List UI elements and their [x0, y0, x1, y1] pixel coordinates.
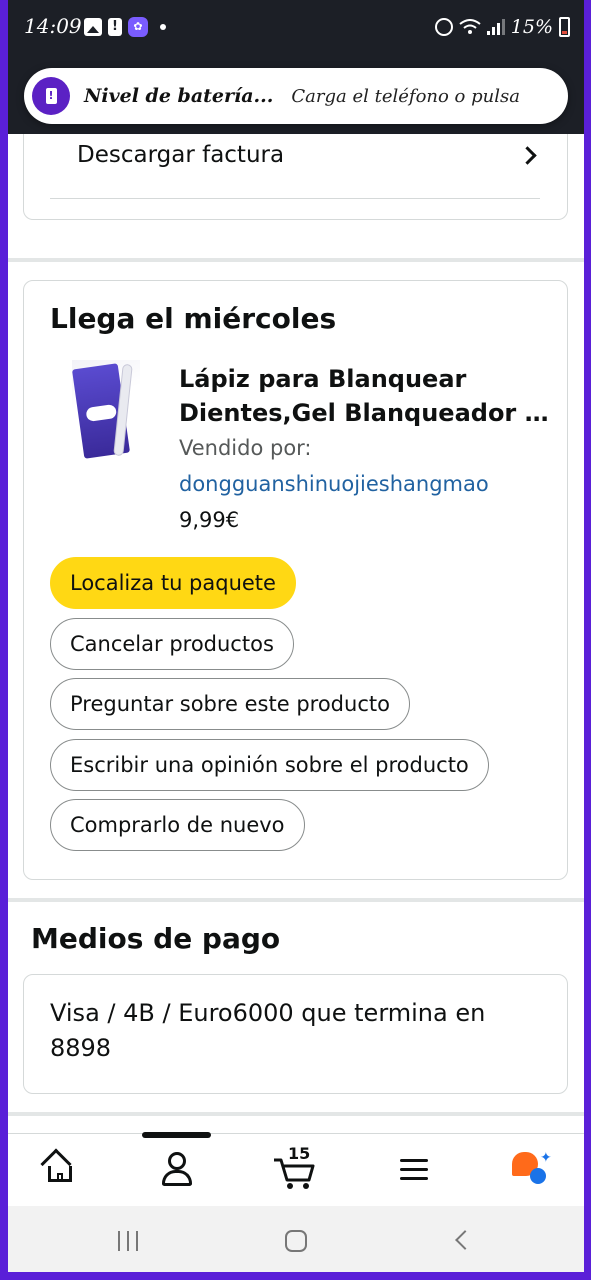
battery-notification[interactable]: ! Nivel de batería... Carga el teléfono …	[24, 68, 568, 124]
product-price: 9,99€	[179, 508, 240, 532]
warning-icon: !	[108, 18, 122, 36]
nav-account[interactable]	[158, 1150, 198, 1190]
seller-link[interactable]: dongguanshinuojieshangmao	[179, 472, 489, 496]
payment-method: Visa / 4B / Euro6000 que termina en 8898	[50, 999, 486, 1062]
nav-menu[interactable]	[394, 1150, 434, 1190]
buy-again-button[interactable]: Comprarlo de nuevo	[50, 799, 305, 851]
system-navigation	[8, 1206, 584, 1272]
screen: Descargar factura Llega el miércoles Láp…	[8, 0, 584, 1272]
recent-apps-button[interactable]	[118, 1231, 138, 1251]
section-separator	[8, 258, 584, 262]
cancel-items-button[interactable]: Cancelar productos	[50, 618, 294, 670]
back-button[interactable]	[455, 1230, 475, 1250]
cart-count-badge: 15	[288, 1144, 311, 1163]
write-review-button[interactable]: Escribir una opinión sobre el producto	[50, 739, 489, 791]
product-title[interactable]: Lápiz para Blanquear Dientes,Gel Blanque…	[179, 362, 549, 430]
active-tab-indicator	[142, 1132, 211, 1138]
more-notifications-dot	[160, 24, 166, 30]
section-separator	[8, 1112, 584, 1116]
signal-icon	[486, 19, 505, 35]
wifi-icon	[459, 19, 481, 34]
gallery-icon	[84, 18, 102, 36]
app-notification-icon: ✿	[128, 17, 148, 37]
chevron-right-icon	[518, 145, 537, 165]
bottom-navigation: 15 ✦	[8, 1132, 584, 1205]
product-image[interactable]	[71, 360, 140, 460]
payment-heading: Medios de pago	[31, 922, 281, 955]
delivery-heading: Llega el miércoles	[50, 302, 337, 335]
ask-product-button[interactable]: Preguntar sobre este producto	[50, 678, 410, 730]
download-invoice-row[interactable]: Descargar factura	[77, 140, 540, 170]
divider	[50, 198, 540, 199]
battery-percent: 15%	[510, 16, 553, 38]
home-button[interactable]	[285, 1230, 307, 1252]
section-separator	[8, 898, 584, 902]
download-invoice-label: Descargar factura	[77, 142, 285, 168]
notification-text: Carga el teléfono o pulsa	[291, 85, 520, 107]
nav-cart[interactable]: 15	[272, 1144, 315, 1190]
nav-home[interactable]	[40, 1148, 80, 1190]
alarm-icon	[434, 18, 453, 36]
battery-icon	[559, 17, 570, 37]
notification-title: Nivel de batería...	[84, 85, 274, 107]
track-package-button[interactable]: Localiza tu paquete	[50, 557, 296, 609]
product-title-line2: Dientes,Gel Blanqueador Dental	[179, 399, 549, 427]
nav-rufus[interactable]: ✦	[510, 1150, 552, 1190]
sold-by-label: Vendido por:	[179, 436, 312, 460]
product-title-line1: Lápiz para Blanquear	[179, 365, 467, 393]
clock: 14:09	[24, 14, 82, 38]
battery-alert-icon: !	[32, 77, 70, 115]
